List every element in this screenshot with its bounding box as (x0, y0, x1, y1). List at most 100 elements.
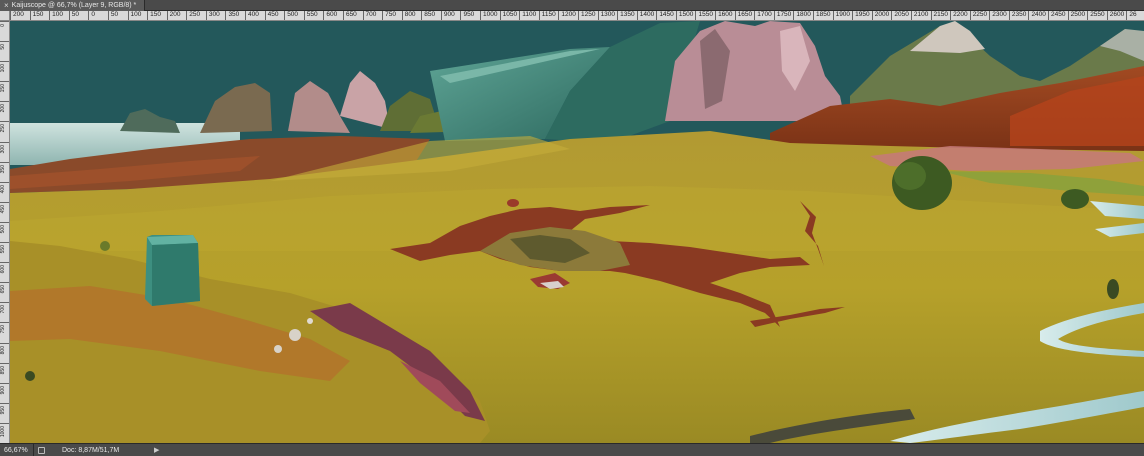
ruler-tick-label: 1450 (656, 11, 674, 20)
document-tab[interactable]: × Kaijuscope @ 66,7% (Layer 9, RGB/8) * (0, 0, 146, 11)
ruler-tick-text: 2000 (874, 11, 890, 18)
ruler-tick-text: 2450 (1051, 11, 1066, 18)
ruler-tick-text: 200 (13, 11, 24, 18)
ruler-tick-text: 26 (1129, 11, 1137, 18)
ruler-tick-text: 2150 (933, 11, 948, 18)
ruler-tick-text: 500 (287, 11, 299, 18)
ruler-tick-label: 550 (0, 242, 9, 262)
ruler-tick-text: 600 (0, 265, 6, 274)
ruler-tick-label: 400 (245, 11, 259, 20)
ruler-tick-text: 700 (365, 11, 377, 18)
ruler-tick-text: 1700 (757, 11, 772, 18)
ruler-tick-text: 400 (248, 11, 259, 18)
ruler-tick-label: 100 (127, 11, 141, 20)
ruler-tick-text: 1150 (541, 11, 556, 18)
ruler-tick-text: 700 (0, 305, 6, 314)
ruler-tick-text: 2600 (1109, 11, 1125, 18)
ruler-tick-text: 950 (463, 11, 475, 18)
ruler-tick-text: 2500 (1070, 11, 1086, 18)
ruler-tick-text: 1450 (659, 11, 674, 18)
ruler-tick-label: 1800 (793, 11, 811, 20)
ruler-tick-text: 950 (0, 405, 6, 415)
ruler-tick-label: 250 (0, 121, 9, 141)
document-title: Kaijuscope @ 66,7% (Layer 9, RGB/8) * (11, 2, 137, 9)
ruler-tick-text: 1800 (796, 11, 811, 18)
ruler-tick-label: 800 (401, 11, 416, 20)
ruler-tick-label: 2500 (1067, 11, 1085, 20)
status-bar: 66,67% Doc: 8,87M/51,7M ▶ (0, 443, 1144, 456)
document-canvas[interactable] (10, 21, 1144, 443)
document-icon[interactable] (34, 444, 48, 456)
ruler-tick-label: 50 (107, 11, 118, 20)
ruler-tick-text: 900 (443, 11, 455, 18)
ruler-tick-label: 1050 (499, 11, 517, 20)
ruler-tick-label: 1300 (597, 11, 615, 20)
ruler-tick-label: 550 (303, 11, 318, 20)
ruler-tick-label: 450 (0, 201, 9, 222)
ruler-tick-text: 250 (0, 124, 6, 133)
ruler-tick-text: 2200 (953, 11, 968, 18)
document-tab-bar: × Kaijuscope @ 66,7% (Layer 9, RGB/8) * (0, 0, 1144, 11)
ruler-tick-text: 50 (110, 11, 119, 18)
close-icon[interactable]: × (4, 0, 9, 11)
ruler-tick-label: 1000 (0, 422, 9, 443)
ruler-tick-label: 2200 (950, 11, 968, 20)
ruler-tick-text: 1550 (698, 11, 713, 18)
ruler-tick-label: 150 (147, 11, 161, 20)
ruler-tick-label: 1100 (519, 11, 536, 20)
ruler-tick-label: 650 (0, 282, 9, 302)
ruler-tick-text: 0 (0, 24, 6, 27)
ruler-tick-label: 900 (0, 382, 9, 403)
ruler-tick-text: 300 (0, 144, 6, 153)
ruler-tick-label: 900 (440, 11, 455, 20)
ruler-tick-label: 950 (460, 11, 474, 20)
vertical-ruler[interactable]: 0 50 100 150 200 250 300 350 400 450 500 550 600 650 7… (0, 21, 10, 443)
ruler-tick-text: 1750 (776, 11, 792, 18)
ruler-tick-text: 400 (0, 184, 6, 194)
ruler-tick-text: 750 (385, 11, 396, 18)
ruler-tick-text: 750 (0, 325, 6, 334)
ruler-tick-text: 800 (404, 11, 416, 18)
ruler-tick-text: 1950 (855, 11, 870, 18)
ruler-tick-label: 850 (0, 362, 9, 383)
ruler-tick-text: 2550 (1090, 11, 1105, 18)
ruler-tick-label: 1400 (636, 11, 654, 20)
ruler-tick-text: 1300 (600, 11, 616, 18)
ruler-tick-text: 450 (267, 11, 279, 18)
ruler-tick-label: 200 (166, 11, 181, 20)
ruler-tick-label: 1650 (734, 11, 752, 20)
ruler-tick-text: 1650 (737, 11, 753, 18)
ruler-tick-label: 2400 (1028, 11, 1046, 20)
document-size-info[interactable]: Doc: 8,87M/51,7M (62, 444, 142, 456)
ruler-tick-text: 2050 (894, 11, 909, 18)
ruler-tick-text: 0 (91, 11, 95, 18)
ruler-tick-label: 2000 (871, 11, 889, 20)
ruler-tick-text: 2250 (972, 11, 988, 18)
ruler-tick-label: 2100 (910, 11, 928, 20)
ruler-tick-label: 0 (0, 21, 9, 41)
ruler-tick-label: 1250 (577, 11, 595, 20)
ruler-tick-label: 0 (88, 11, 95, 20)
ruler-tick-text: 150 (150, 11, 161, 18)
ruler-tick-text: 1250 (580, 11, 596, 18)
horizontal-ruler[interactable]: 200 150 100 50 0 50 100 150 200 250 300 350 400 450 50… (10, 11, 1144, 21)
ruler-origin-corner[interactable] (0, 11, 10, 21)
ruler-tick-label: 350 (0, 161, 9, 182)
ruler-tick-text: 900 (0, 385, 6, 395)
ruler-tick-label: 50 (68, 11, 79, 20)
ruler-tick-text: 350 (0, 164, 6, 173)
ruler-tick-label: 400 (0, 181, 9, 202)
ruler-tick-label: 2250 (969, 11, 987, 20)
ruler-tick-label: 1750 (773, 11, 791, 20)
ruler-tick-label: 2050 (891, 11, 909, 20)
zoom-level-field[interactable]: 66,67% (0, 443, 34, 456)
ruler-tick-text: 1000 (0, 425, 6, 438)
ruler-tick-text: 1500 (678, 11, 694, 18)
ruler-tick-text: 250 (189, 11, 201, 18)
ruler-tick-label: 2450 (1048, 11, 1065, 20)
ruler-tick-label: 200 (10, 11, 24, 20)
ruler-tick-label: 700 (0, 302, 9, 322)
ruler-tick-label: 100 (0, 61, 9, 81)
play-arrow-icon[interactable]: ▶ (154, 444, 159, 456)
ruler-tick-text: 2350 (1011, 11, 1027, 18)
